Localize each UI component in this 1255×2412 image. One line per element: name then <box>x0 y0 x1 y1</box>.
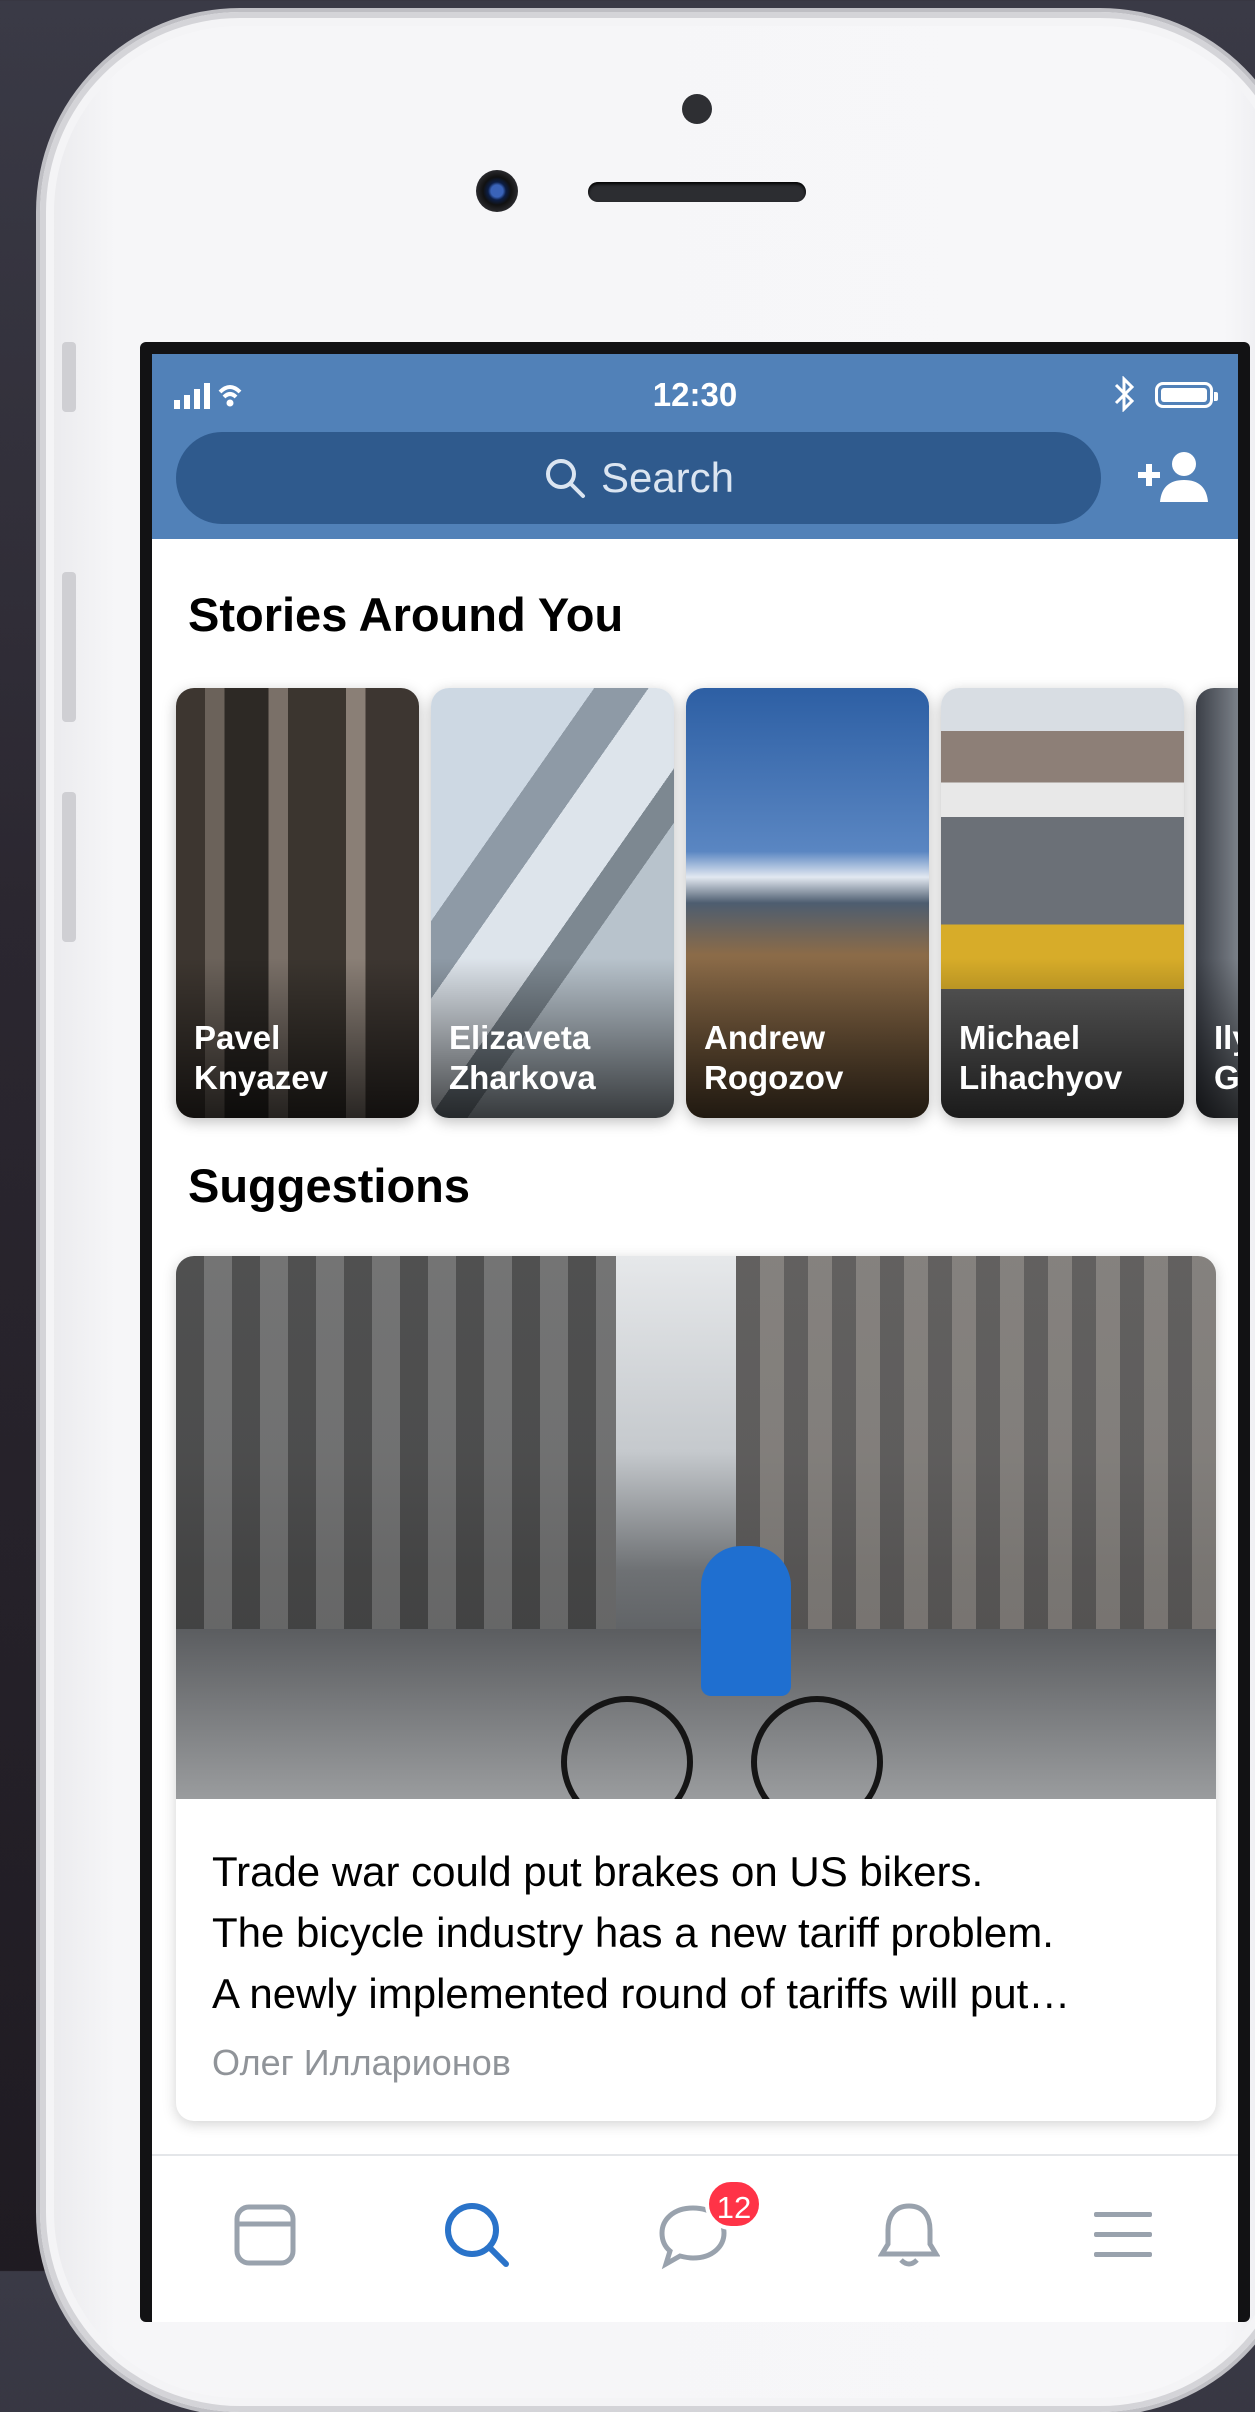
suggestion-line: Trade war could put brakes on US bikers. <box>212 1848 984 1895</box>
earpiece-speaker <box>588 182 806 202</box>
suggestion-text: Trade war could put brakes on US bikers.… <box>212 1841 1186 2024</box>
volume-down-button <box>62 792 76 942</box>
app-display: 12:30 Search Stories Around You Pavel Kn… <box>152 354 1238 2322</box>
story-first-name: Ily <box>1214 1019 1238 1056</box>
news-tab-icon <box>234 2204 296 2266</box>
story-name: Andrew Rogozov <box>704 1018 843 1098</box>
bluetooth-icon <box>1114 376 1135 412</box>
status-bar: 12:30 <box>152 354 1238 424</box>
photo-cyclist <box>701 1546 791 1696</box>
story-name: Michael Lihachyov <box>959 1018 1122 1098</box>
mute-switch <box>62 342 76 412</box>
tab-notifications[interactable] <box>874 2200 944 2270</box>
story-first-name: Andrew <box>704 1019 826 1056</box>
suggestion-author[interactable]: Олег Илларионов <box>212 2042 511 2084</box>
story-card[interactable]: Pavel Knyazev <box>176 688 419 1118</box>
search-icon <box>545 459 585 498</box>
story-first-name: Michael <box>959 1019 1081 1056</box>
suggestion-line: A newly implemented round of tariffs wil… <box>212 1970 1071 2017</box>
notifications-tab-icon <box>878 2203 940 2267</box>
search-tab-icon <box>445 2203 509 2267</box>
volume-up-button <box>62 572 76 722</box>
suggestion-photo <box>176 1256 1216 1799</box>
story-name: Elizaveta Zharkova <box>449 1018 596 1098</box>
suggestion-card[interactable]: Trade war could put brakes on US bikers.… <box>176 1256 1216 2121</box>
header-bar: 12:30 Search <box>152 354 1238 539</box>
photo-street <box>176 1629 1216 1799</box>
messages-badge: 12 <box>705 2178 763 2230</box>
story-last-name: Knyazev <box>194 1059 328 1096</box>
stories-title: Stories Around You <box>188 588 624 641</box>
tab-search[interactable] <box>442 2200 512 2270</box>
suggestions-title: Suggestions <box>188 1159 471 1212</box>
story-last-name: G <box>1214 1059 1238 1096</box>
stories-carousel[interactable]: Pavel Knyazev Elizaveta Zharkova Andrew <box>176 688 1238 1120</box>
tab-news[interactable] <box>230 2200 300 2270</box>
add-friend-icon[interactable] <box>1136 450 1212 506</box>
screen: 12:30 Search Stories Around You Pavel Kn… <box>140 342 1250 2322</box>
story-name: Pavel Knyazev <box>194 1018 328 1098</box>
story-card[interactable]: Ily G <box>1196 688 1238 1118</box>
front-camera <box>476 170 518 212</box>
story-first-name: Pavel <box>194 1019 281 1056</box>
search-input[interactable]: Search <box>176 432 1101 524</box>
story-card[interactable]: Andrew Rogozov <box>686 688 929 1118</box>
story-first-name: Elizaveta <box>449 1019 591 1056</box>
suggestion-line: The bicycle industry has a new tariff pr… <box>212 1909 1054 1956</box>
story-last-name: Rogozov <box>704 1059 844 1096</box>
story-last-name: Zharkova <box>449 1059 596 1096</box>
tab-menu[interactable] <box>1088 2200 1158 2270</box>
story-card[interactable]: Michael Lihachyov <box>941 688 1184 1118</box>
tab-bar: 12 <box>152 2154 1238 2322</box>
battery-icon <box>1155 382 1218 408</box>
photo-building-left <box>176 1256 616 1686</box>
story-name: Ily G <box>1214 1018 1238 1098</box>
search-placeholder: Search <box>600 454 735 501</box>
story-last-name: Lihachyov <box>959 1059 1123 1096</box>
status-time: 12:30 <box>652 376 738 413</box>
phone-frame: 12:30 Search Stories Around You Pavel Kn… <box>40 12 1255 2412</box>
proximity-sensor <box>682 94 712 124</box>
menu-tab-icon <box>1094 2212 1152 2257</box>
story-card[interactable]: Elizaveta Zharkova <box>431 688 674 1118</box>
